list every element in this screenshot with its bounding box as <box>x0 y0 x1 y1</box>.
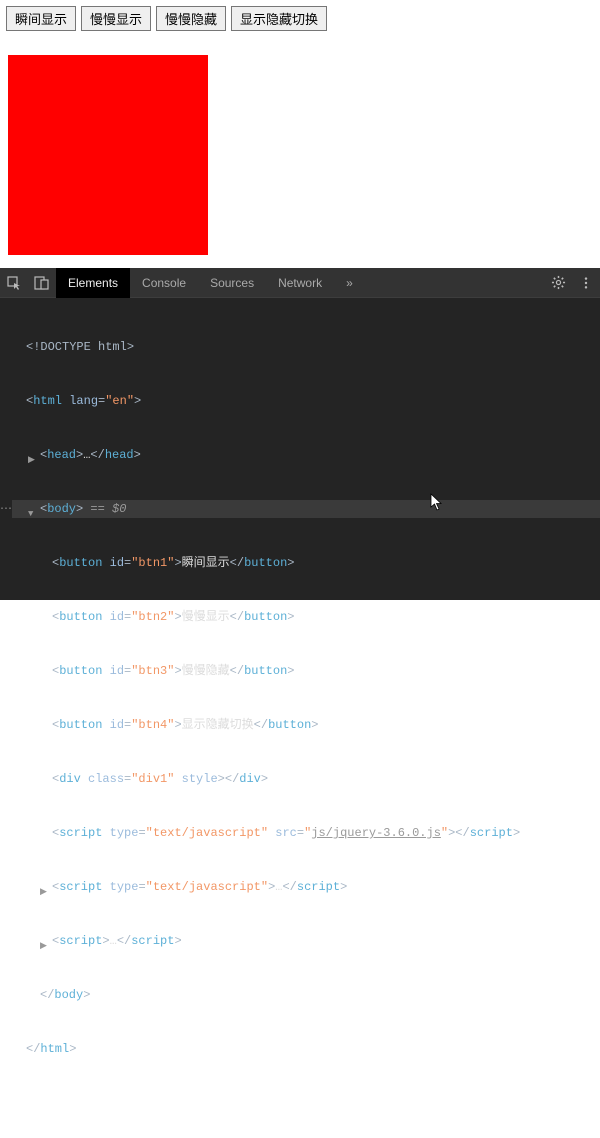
tab-console[interactable]: Console <box>130 268 198 298</box>
elements-tree[interactable]: <!DOCTYPE html> <html lang="en"> ▶<head>… <box>0 298 600 1138</box>
tab-sources[interactable]: Sources <box>198 268 266 298</box>
node-script-jquery[interactable]: <script type="text/javascript" src="js/j… <box>12 824 600 842</box>
kebab-icon[interactable] <box>572 268 600 298</box>
node-btn4[interactable]: <button id="btn4">显示隐藏切换</button> <box>12 716 600 734</box>
inspect-icon[interactable] <box>0 268 28 298</box>
tab-elements[interactable]: Elements <box>56 268 130 298</box>
button-row: 瞬间显示 慢慢显示 慢慢隐藏 显示隐藏切换 <box>6 6 594 31</box>
node-btn3[interactable]: <button id="btn3">慢慢隐藏</button> <box>12 662 600 680</box>
node-script-inline[interactable]: ▶<script type="text/javascript">…</scrip… <box>12 878 600 896</box>
page-content: 瞬间显示 慢慢显示 慢慢隐藏 显示隐藏切换 <box>0 0 600 261</box>
node-body-close[interactable]: </body> <box>12 986 600 1004</box>
btn-slow-show[interactable]: 慢慢显示 <box>81 6 151 31</box>
node-html-open[interactable]: <html lang="en"> <box>12 392 600 410</box>
node-head[interactable]: ▶<head>…</head> <box>12 446 600 464</box>
node-div1[interactable]: <div class="div1" style></div> <box>12 770 600 788</box>
tab-more[interactable]: » <box>334 268 365 298</box>
btn-slow-hide[interactable]: 慢慢隐藏 <box>156 6 226 31</box>
devtools-tabbar: Elements Console Sources Network » <box>0 268 600 298</box>
device-toggle-icon[interactable] <box>28 268 56 298</box>
btn-instant-show[interactable]: 瞬间显示 <box>6 6 76 31</box>
node-btn2[interactable]: <button id="btn2">慢慢显示</button> <box>12 608 600 626</box>
tab-network[interactable]: Network <box>266 268 334 298</box>
gear-icon[interactable] <box>544 268 572 298</box>
devtools-panel: Elements Console Sources Network » <!DOC… <box>0 268 600 600</box>
node-doctype[interactable]: <!DOCTYPE html> <box>12 338 600 356</box>
node-body-open[interactable]: ⋯▼<body> == $0 <box>12 500 600 518</box>
node-script-extra[interactable]: ▶<script>…</script> <box>12 932 600 950</box>
node-btn1[interactable]: <button id="btn1">瞬间显示</button> <box>12 554 600 572</box>
node-html-close[interactable]: </html> <box>12 1040 600 1058</box>
btn-toggle[interactable]: 显示隐藏切换 <box>231 6 327 31</box>
red-box <box>8 55 208 255</box>
